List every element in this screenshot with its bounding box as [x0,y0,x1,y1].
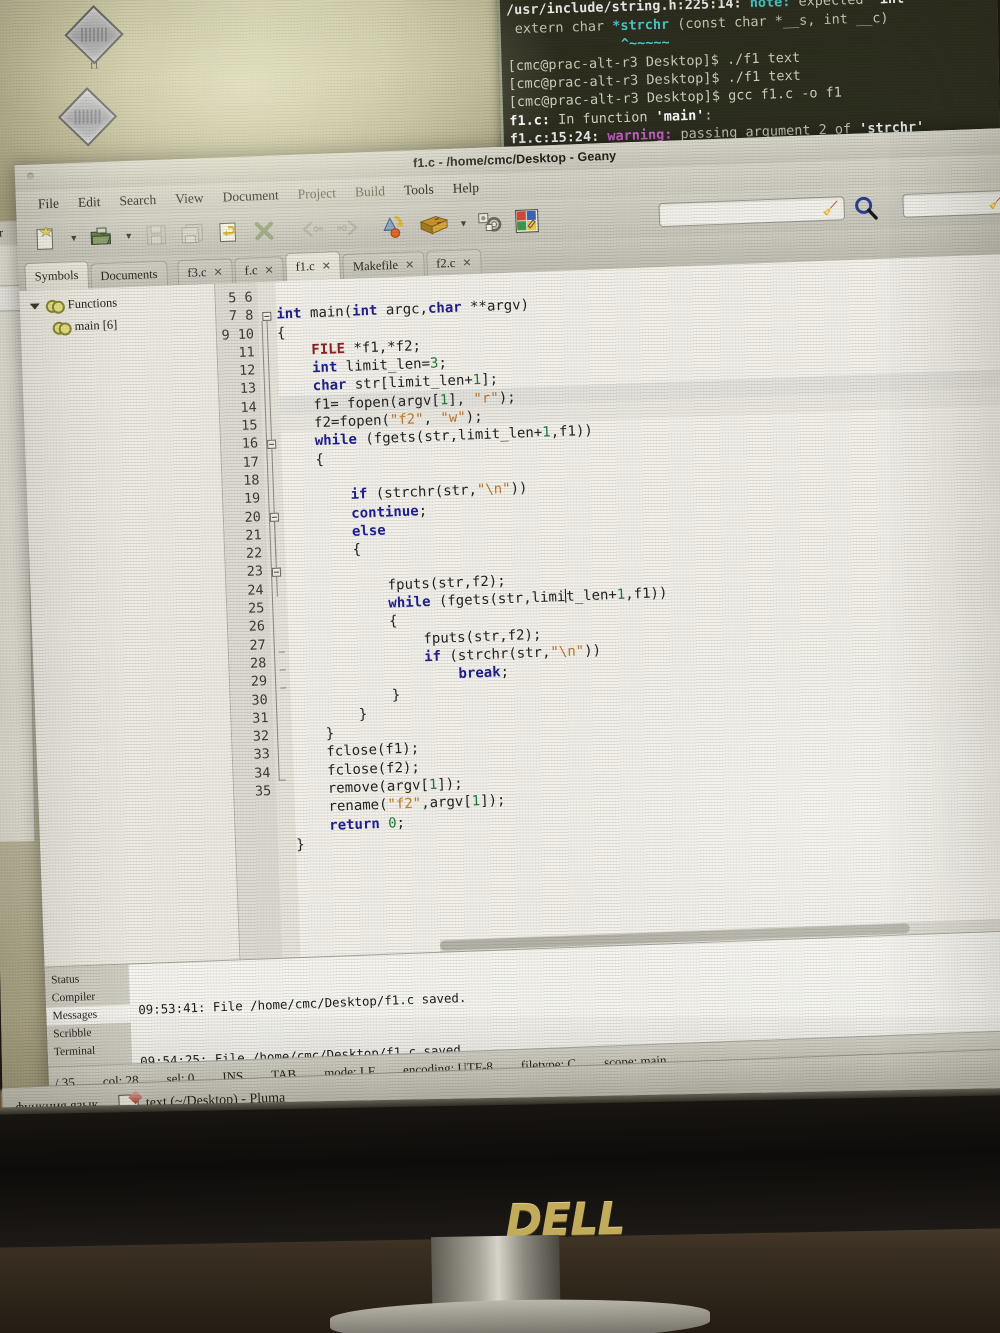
new-document-button[interactable] [31,224,62,255]
photo-scene: f1 In file included from f1.c:2:0: /usr/… [0,0,1000,1333]
search-input[interactable]: 🧹 [658,196,846,228]
monitor-screen: f1 In file included from f1.c:2:0: /usr/… [0,0,1000,1120]
tab-label: Symbols [34,267,79,284]
color-chooser-button[interactable] [511,206,542,237]
menu-document[interactable]: Document [222,187,279,205]
desktop-icon-f1[interactable]: f1 [64,5,124,72]
message-window-tabs: Status Compiler Messages Scribble Termin… [44,964,133,1067]
desktop-icon-second[interactable] [57,87,118,147]
goto-line-input[interactable]: 🧹 [902,189,1000,218]
window-title: f1.c - /home/cmc/Desktop - Geany [412,148,617,171]
run-button[interactable] [475,207,506,238]
fold-tick [278,651,285,653]
fold-tick [280,687,287,689]
compile-button[interactable] [381,210,412,241]
symbols-sidebar: Functions main [6] [19,283,241,967]
code-text[interactable]: int main(int argc,char **argv) { FILE *f… [275,273,676,854]
open-file-button[interactable] [86,221,117,252]
close-icon[interactable]: ✕ [213,265,223,278]
file-icon [64,5,124,65]
fold-end-tick [278,779,286,781]
fold-toggle[interactable] [262,311,272,322]
document-tab-f-c[interactable]: f.c ✕ [234,256,285,284]
close-icon[interactable]: ✕ [405,258,415,271]
build-dropdown[interactable]: ▼ [457,218,470,228]
code-editor[interactable]: 5 6 7 8 9 10 11 12 13 14 15 16 17 18 19 … [215,253,1000,960]
menu-build[interactable]: Build [355,183,386,200]
menu-view[interactable]: View [175,190,204,207]
tab-label: f2.c [435,255,456,270]
revert-button[interactable] [213,217,244,248]
document-tab-f3-c[interactable]: f3.c ✕ [176,258,234,286]
search-icon-button[interactable] [850,193,881,224]
geany-window: f1.c - /home/cmc/Desktop - Geany File Ed… [14,127,1000,1099]
menu-search[interactable]: Search [119,192,156,209]
menu-project[interactable]: Project [297,185,336,202]
document-tab-f1-c[interactable]: f1.c ✕ [285,251,342,282]
navigate-forward-button[interactable] [333,212,364,243]
document-tab-f2-c[interactable]: f2.c ✕ [425,248,482,276]
fold-line [274,521,278,597]
fold-toggle[interactable] [267,439,277,449]
close-icon[interactable]: ✕ [462,256,472,269]
tab-label: f1.c [295,259,315,274]
sidebar-tab-symbols[interactable]: Symbols [24,260,89,291]
navigate-back-button[interactable] [297,214,328,245]
file-icon [57,87,118,147]
message-tab-terminal[interactable]: Terminal [48,1040,133,1061]
save-all-button[interactable] [177,218,208,249]
document-tab-makefile[interactable]: Makefile ✕ [342,250,425,279]
clear-broom-icon[interactable]: 🧹 [988,194,1000,211]
menu-help[interactable]: Help [452,180,479,197]
close-icon[interactable]: ✕ [264,263,274,276]
clear-broom-icon[interactable]: 🧹 [822,200,839,217]
symbol-group-functions[interactable]: Functions [29,292,215,314]
fold-line [266,320,273,441]
window-menu-dot[interactable] [26,172,35,180]
functions-icon [46,300,62,312]
open-file-dropdown[interactable]: ▼ [122,231,135,241]
symbol-item-main[interactable]: main [6] [30,314,215,336]
tab-label: f3.c [187,264,207,280]
build-button[interactable] [416,209,451,240]
menu-tools[interactable]: Tools [404,182,434,199]
work-area: Functions main [6] 5 6 7 8 9 10 11 12 13… [19,253,1000,967]
fold-tick [279,669,286,671]
menu-edit[interactable]: Edit [78,194,101,211]
tab-label: f.c [244,262,258,278]
tab-label: Documents [100,266,158,283]
symbol-label: main [6] [74,317,118,334]
new-document-dropdown[interactable]: ▼ [67,233,80,243]
save-button[interactable] [141,219,172,250]
menu-file[interactable]: File [38,196,60,213]
function-icon [52,321,68,333]
fold-toggle[interactable] [271,567,282,577]
fold-toggle[interactable] [269,512,280,522]
close-icon[interactable]: ✕ [321,259,331,272]
symbol-label: Functions [67,295,118,312]
sidebar-tab-documents[interactable]: Documents [90,260,168,289]
background-window-field[interactable] [0,285,22,312]
message-row: 09:53:41: File /home/cmc/Desktop/f1.c sa… [138,990,467,1018]
tab-label: Makefile [352,257,399,274]
chevron-down-icon[interactable] [29,302,40,310]
close-button[interactable] [249,215,280,246]
